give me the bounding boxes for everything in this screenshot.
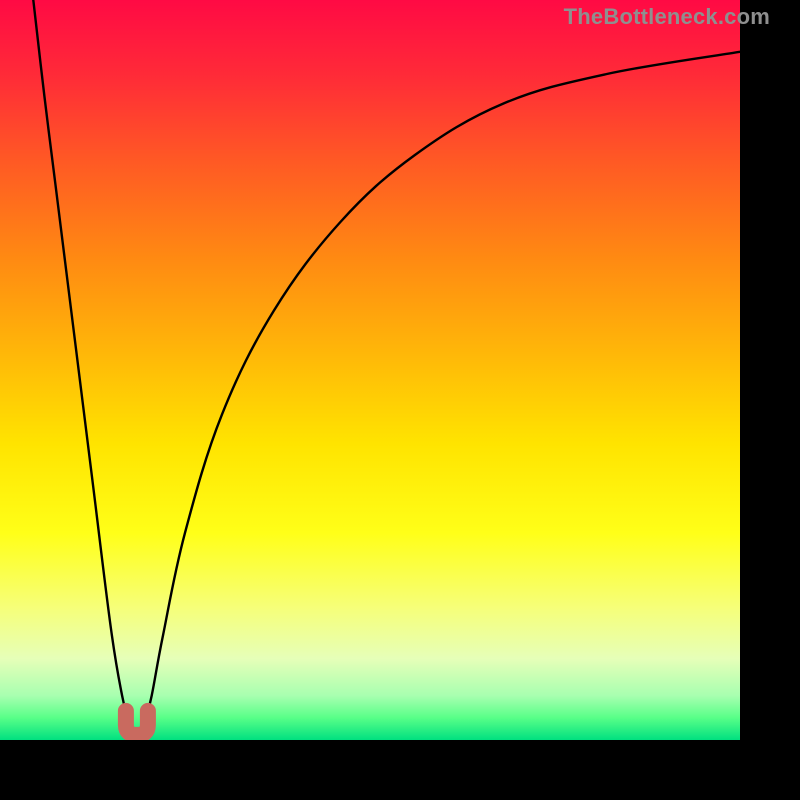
chart-plot — [0, 0, 740, 740]
watermark-label: TheBottleneck.com — [564, 4, 770, 30]
chart-frame: TheBottleneck.com — [0, 0, 800, 800]
